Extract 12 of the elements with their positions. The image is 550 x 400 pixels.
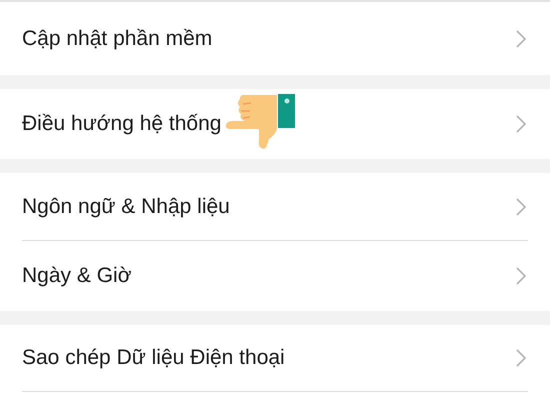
chevron-right-icon bbox=[516, 267, 526, 285]
settings-item-label: Điều hướng hệ thống bbox=[22, 111, 222, 138]
chevron-right-icon bbox=[516, 349, 526, 367]
settings-item[interactable]: Ngày & Giờ bbox=[22, 241, 528, 311]
settings-item-label: Ngôn ngữ & Nhập liệu bbox=[22, 194, 230, 220]
chevron-right-icon bbox=[516, 198, 526, 216]
settings-item-label: Cập nhật phần mềm bbox=[22, 26, 212, 52]
chevron-right-icon bbox=[516, 30, 526, 48]
chevron-right-icon bbox=[516, 115, 526, 133]
settings-item-label: Sao chép Dữ liệu Điện thoại bbox=[22, 345, 285, 372]
settings-item-label: Ngày & Giờ bbox=[22, 263, 132, 290]
settings-item[interactable]: Ngôn ngữ & Nhập liệu bbox=[22, 173, 528, 241]
